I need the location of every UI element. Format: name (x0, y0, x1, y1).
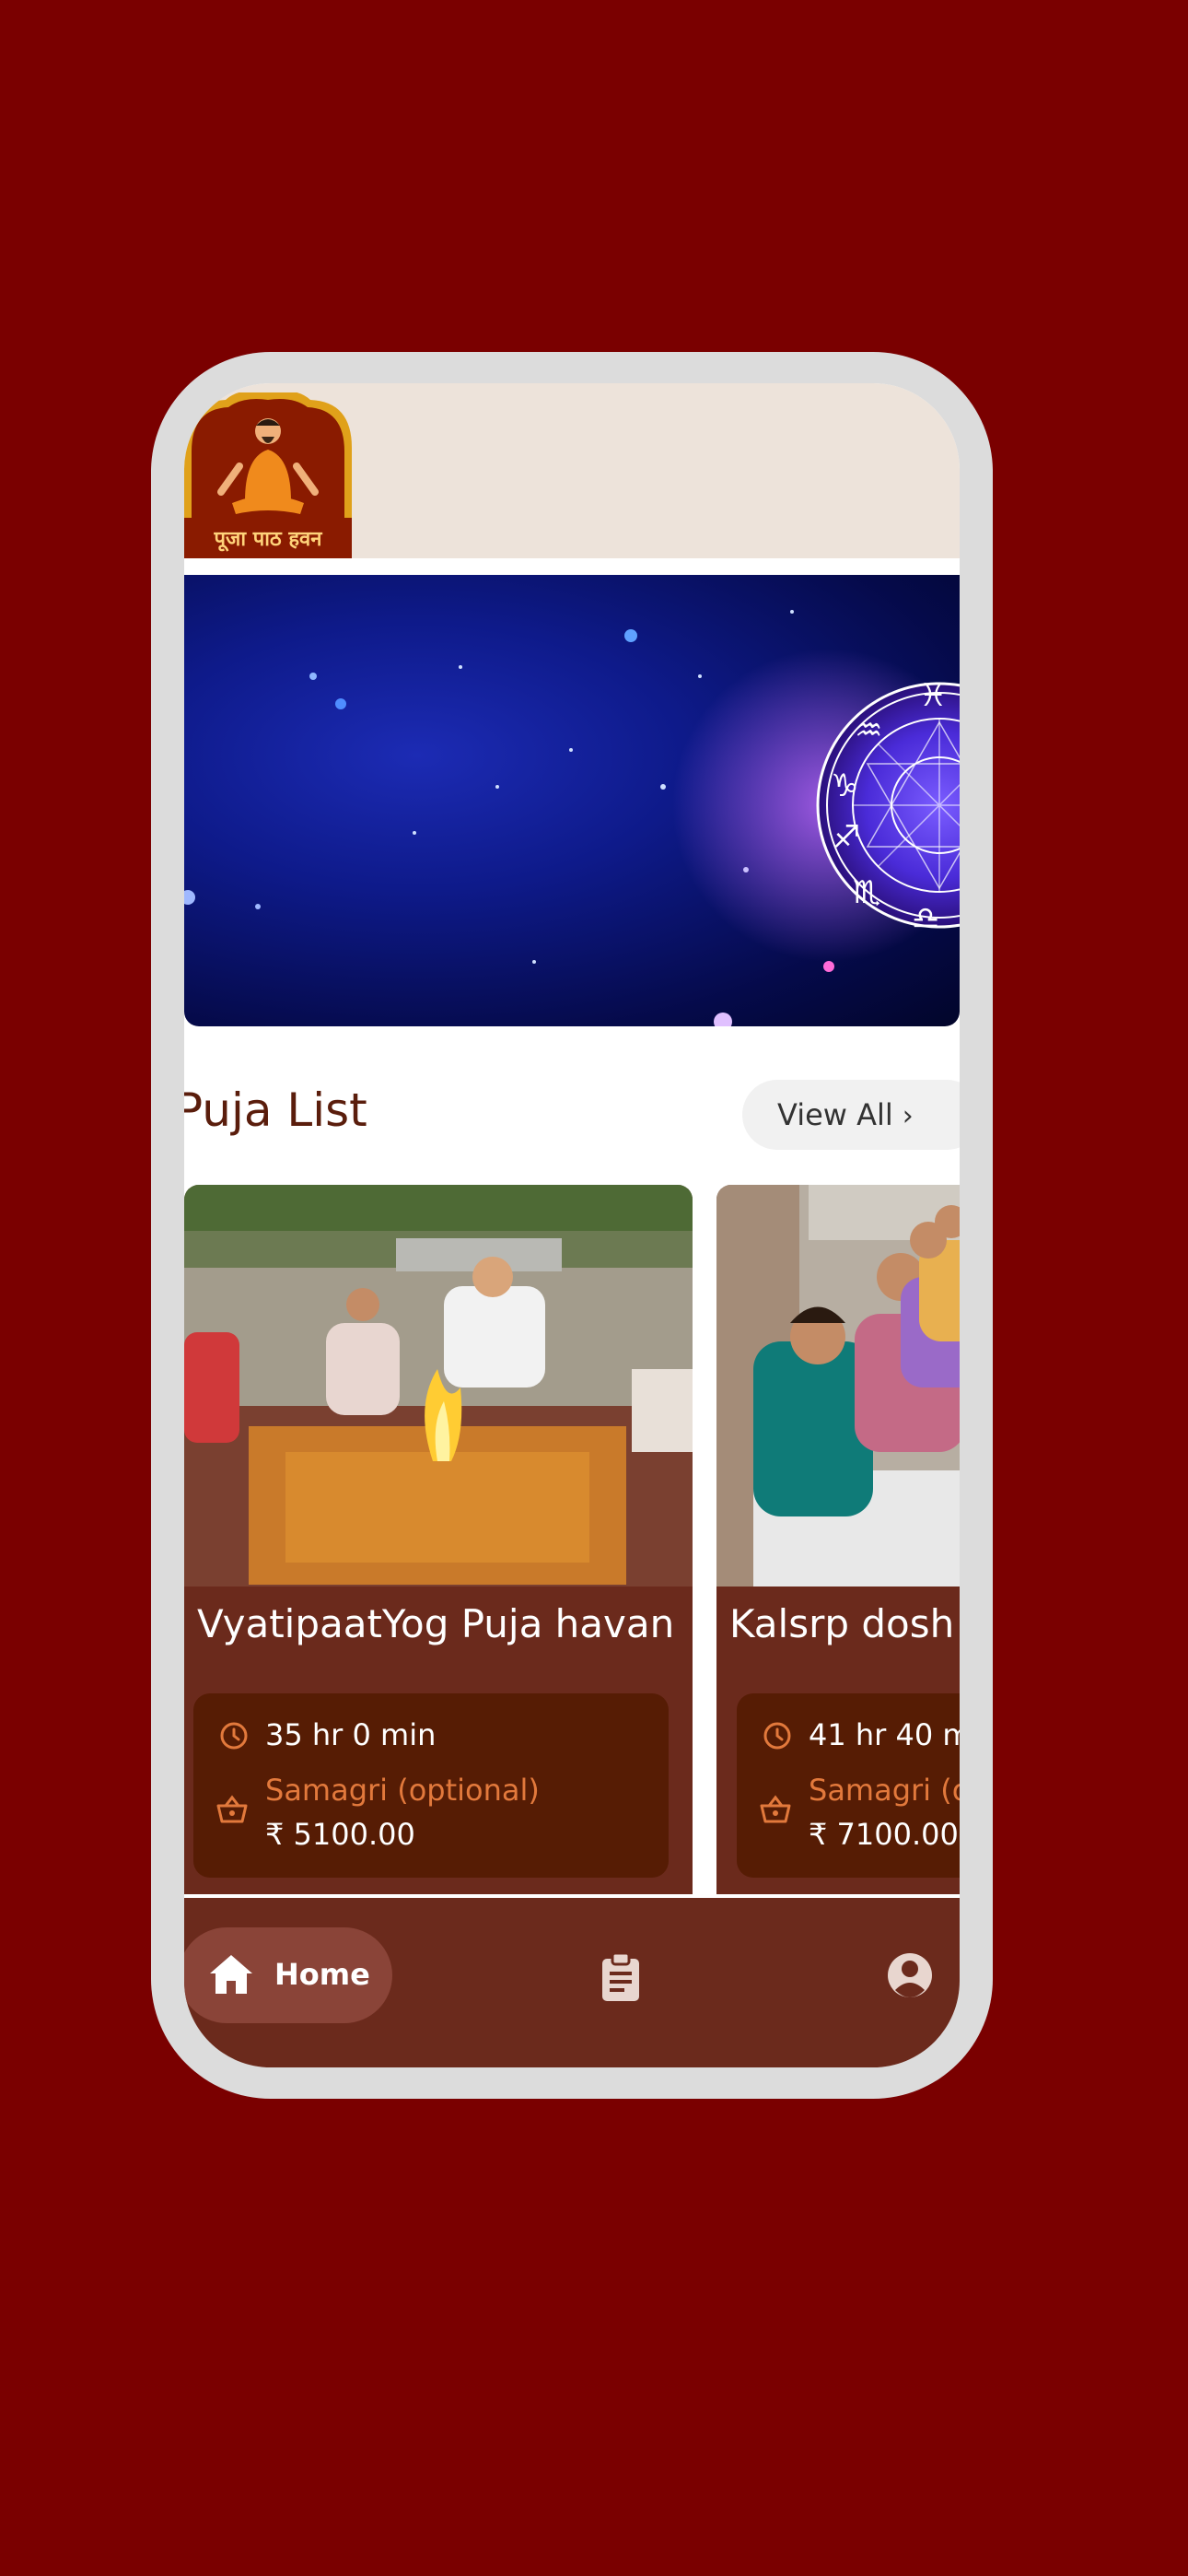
app-logo[interactable]: पूजा पाठ हवन (184, 392, 352, 558)
basket-icon (760, 1795, 791, 1823)
puja-duration: 35 hr 0 min (265, 1717, 437, 1752)
puja-title: VyatipaatYog Puja havan (197, 1601, 675, 1646)
view-all-label: View All (777, 1097, 893, 1132)
nav-home-button[interactable]: Home (184, 1927, 392, 2023)
chevron-right-icon: › (902, 1100, 914, 1132)
puja-duration: 41 hr 40 m (809, 1717, 960, 1752)
puja-price: ₹ 7100.00 (809, 1817, 959, 1852)
home-icon (210, 1955, 252, 1994)
clock-icon (763, 1722, 791, 1750)
zodiac-banner[interactable]: ♓ ♒ ♑ ♐ ♏ ♎ (184, 575, 960, 1026)
bottom-navigation: Home (184, 1898, 960, 2067)
svg-text:♐: ♐ (833, 819, 860, 856)
puja-info: 35 hr 0 min Samagri (optional) ₹ 5100.00 (193, 1693, 669, 1878)
section-title: Puja List (184, 1083, 367, 1137)
profile-icon (888, 1953, 932, 1997)
nav-profile-button[interactable] (886, 1951, 934, 1999)
puja-title: Kalsrp dosh (729, 1601, 955, 1646)
puja-card[interactable]: VyatipaatYog Puja havan 35 hr 0 min Sama… (184, 1185, 693, 1894)
puja-info: 41 hr 40 m Samagri (o ₹ 7100.00 (737, 1693, 960, 1878)
app-screen: पूजा पाठ हवन ♓ ♒ ♑ ♐ ♏ ♎ Puja List View … (184, 383, 960, 2067)
view-all-button[interactable]: View All › (742, 1080, 960, 1150)
clipboard-icon (602, 1951, 639, 2001)
svg-text:♑: ♑ (831, 767, 858, 804)
clock-icon (220, 1722, 248, 1750)
basket-icon (216, 1795, 248, 1823)
nav-home-label: Home (274, 1957, 370, 1992)
svg-text:♒: ♒ (855, 712, 882, 749)
puja-image (716, 1185, 960, 1587)
svg-text:♎: ♎ (912, 900, 939, 937)
svg-text:♓: ♓ (919, 677, 947, 714)
samagri-label: Samagri (optional) (265, 1773, 540, 1808)
puja-image (184, 1185, 693, 1587)
puja-price: ₹ 5100.00 (265, 1817, 415, 1852)
svg-text:♏: ♏ (853, 874, 880, 911)
samagri-label: Samagri (o (809, 1773, 960, 1808)
nav-bookings-button[interactable] (597, 1951, 645, 2003)
puja-card[interactable]: Kalsrp dosh 41 hr 40 m Samagri (o ₹ 7100… (716, 1185, 960, 1894)
logo-text: पूजा पाठ हवन (184, 518, 352, 558)
app-header: पूजा पाठ हवन (184, 383, 960, 558)
